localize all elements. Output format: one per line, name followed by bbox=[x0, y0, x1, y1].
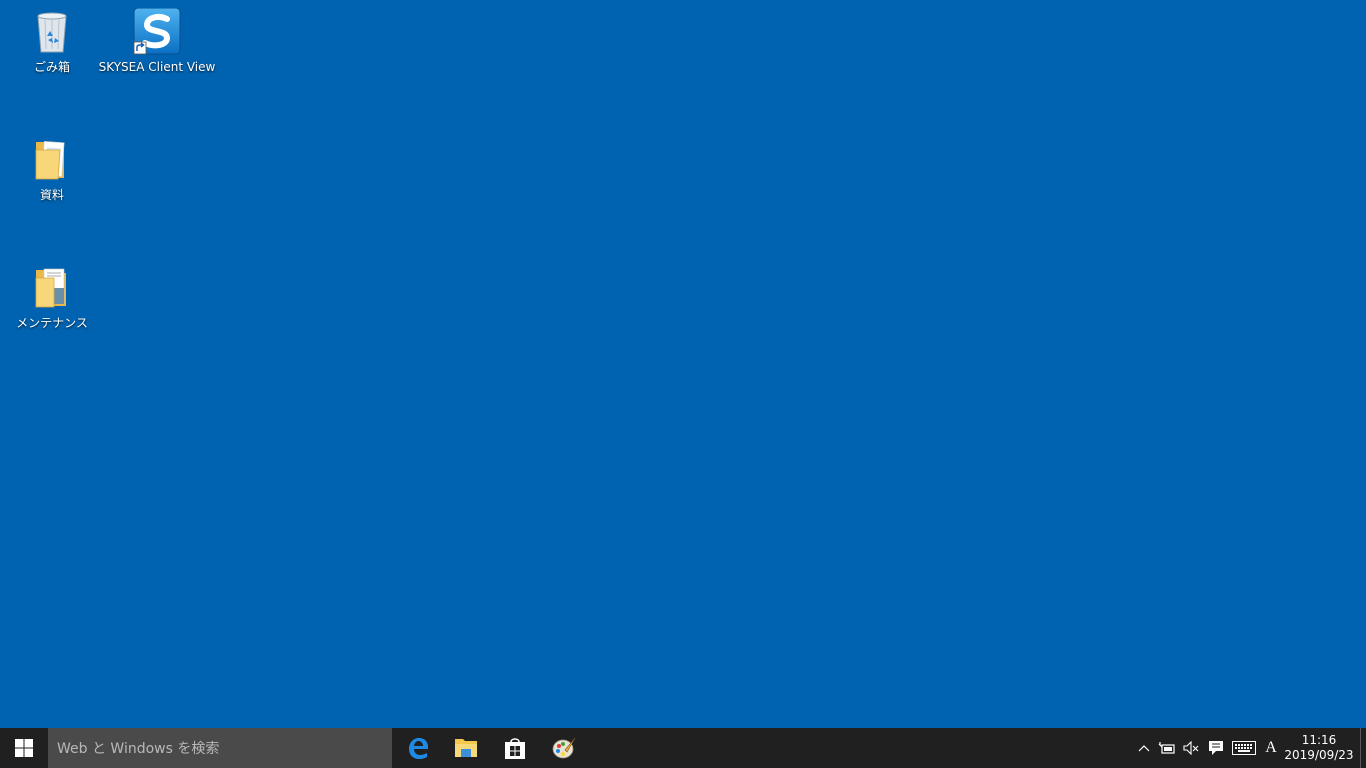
folder-icon bbox=[28, 264, 76, 312]
action-center-button[interactable] bbox=[1204, 728, 1228, 768]
store-icon bbox=[505, 738, 525, 759]
desktop-icon-folder-maintenance[interactable]: メンテナンス bbox=[0, 264, 107, 330]
taskbar-app-file-explorer[interactable] bbox=[442, 728, 490, 768]
paint-icon bbox=[552, 737, 576, 759]
volume-tray-button[interactable] bbox=[1180, 728, 1202, 768]
windows-logo-icon bbox=[15, 739, 33, 757]
desktop-icon-label: メンテナンス bbox=[16, 316, 88, 330]
file-explorer-icon bbox=[455, 739, 477, 757]
clock-time: 11:16 bbox=[1301, 733, 1337, 747]
show-desktop-button[interactable] bbox=[1360, 728, 1366, 768]
keyboard-icon bbox=[1232, 741, 1256, 755]
folder-icon bbox=[28, 136, 76, 184]
taskbar-app-store[interactable] bbox=[491, 728, 539, 768]
desktop-icon-label: SKYSEA Client View bbox=[98, 60, 216, 74]
notification-icon bbox=[1209, 741, 1223, 755]
desktop-icon-label: 資料 bbox=[39, 188, 64, 202]
edge-icon bbox=[409, 738, 428, 759]
desktop-icon-recycle-bin[interactable]: ごみ箱 bbox=[0, 8, 107, 74]
desktop[interactable]: ごみ箱 SKYSEA Client View 資料 メンテナンス bbox=[0, 0, 1366, 728]
power-tray-button[interactable] bbox=[1156, 728, 1178, 768]
taskbar-app-edge[interactable] bbox=[394, 728, 442, 768]
chevron-up-icon bbox=[1138, 745, 1150, 752]
volume-muted-icon bbox=[1183, 741, 1199, 755]
start-button[interactable] bbox=[0, 728, 48, 768]
desktop-icon-folder-shiryo[interactable]: 資料 bbox=[0, 136, 107, 202]
desktop-icon-label: ごみ箱 bbox=[33, 60, 70, 74]
taskbar: Web と Windows を検索 A 11:16 2019/09/23 bbox=[0, 728, 1366, 768]
recycle-bin-icon bbox=[28, 8, 76, 56]
skysea-app-icon bbox=[133, 7, 181, 56]
desktop-icon-skysea[interactable]: SKYSEA Client View bbox=[99, 7, 215, 74]
clock-date: 2019/09/23 bbox=[1284, 748, 1354, 762]
taskbar-app-paint[interactable] bbox=[540, 728, 588, 768]
power-plug-icon bbox=[1158, 742, 1175, 754]
clock[interactable]: 11:16 2019/09/23 bbox=[1279, 728, 1359, 768]
touch-keyboard-button[interactable] bbox=[1230, 728, 1258, 768]
search-placeholder: Web と Windows を検索 bbox=[57, 741, 220, 757]
show-hidden-icons-button[interactable] bbox=[1134, 728, 1154, 768]
search-box[interactable]: Web と Windows を検索 bbox=[48, 728, 392, 768]
